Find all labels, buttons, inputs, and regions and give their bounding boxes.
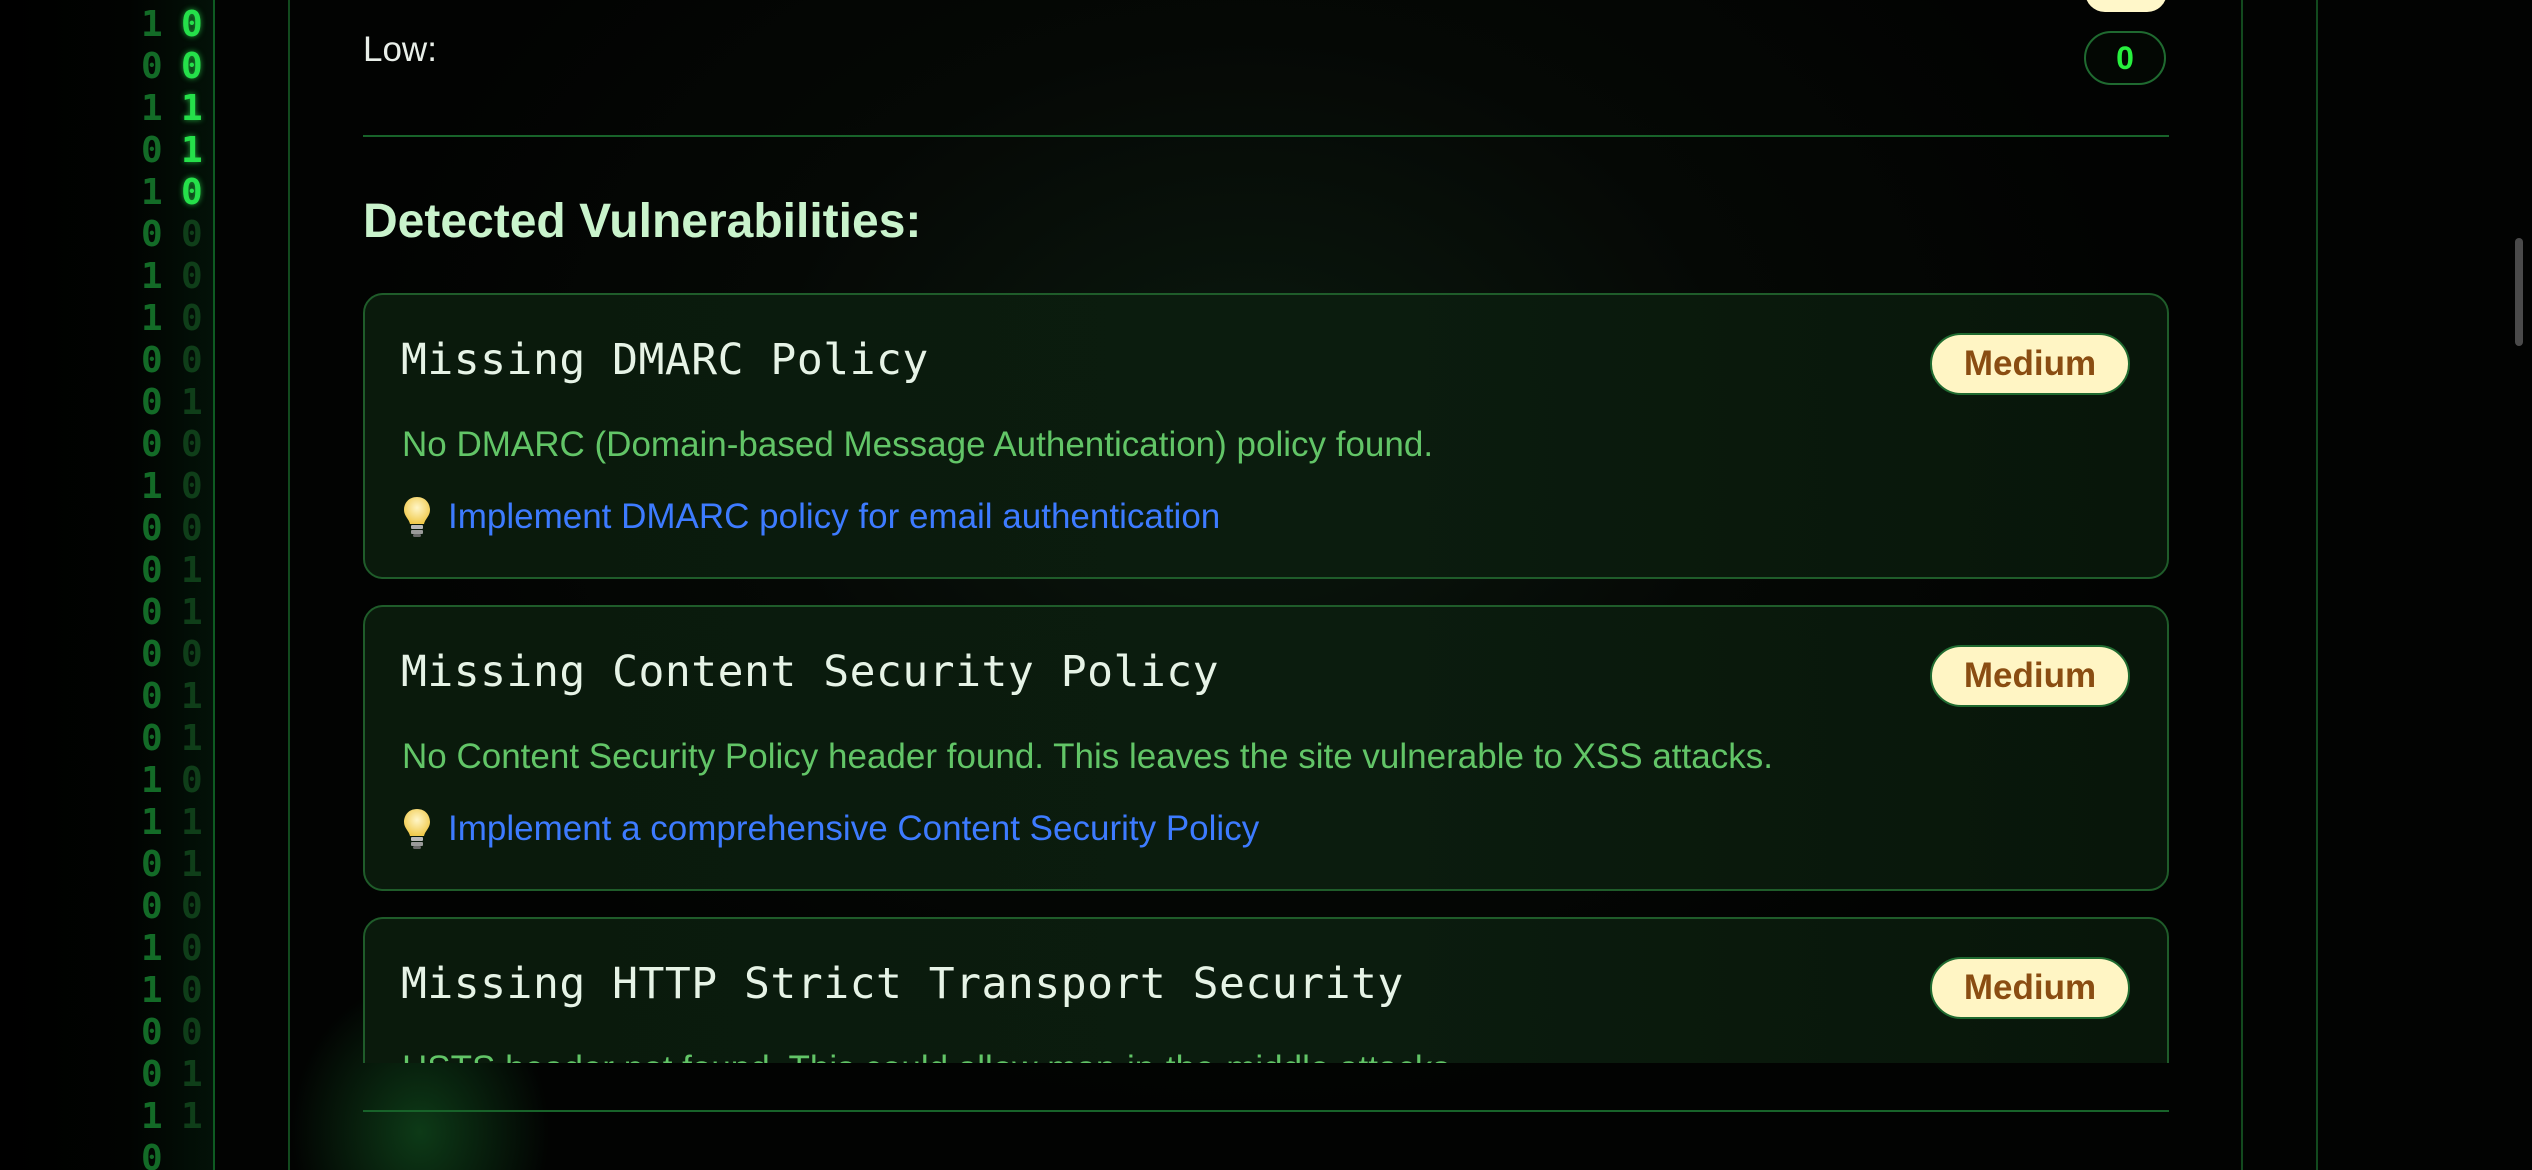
outer-border-right [2316,0,2318,1170]
vulnerability-list[interactable]: Missing DMARC Policy Medium No DMARC (Do… [363,293,2171,1063]
vulnerability-description: No Content Security Policy header found.… [402,737,1773,776]
vulnerability-description: No DMARC (Domain-based Message Authentic… [402,425,1434,464]
lightbulb-icon [404,497,430,537]
vulnerability-card: Missing Content Security Policy Medium N… [363,605,2169,891]
vulnerability-recommendation: Implement DMARC policy for email authent… [402,495,1220,539]
vulnerability-title: Missing HTTP Strict Transport Security [401,959,1404,1009]
vulnerability-card: Missing HTTP Strict Transport Security M… [363,917,2169,1063]
page: 1 0 1 0 1 0 1 1 0 0 0 1 0 0 0 0 0 0 1 1 … [0,0,2532,1170]
severity-badge: Medium [1930,645,2130,707]
vulnerability-description: HSTS header not found. This could allow … [402,1049,1460,1063]
matrix-rain-head: 0 0 1 1 0 [181,4,203,213]
section-divider [363,135,2169,137]
section-divider [363,1110,2169,1112]
vulnerability-recommendation: Implement a comprehensive Content Securi… [402,807,1259,851]
section-title: Detected Vulnerabilities: [363,195,922,248]
severity-count-low: 0 [2084,31,2166,85]
panel-border-right [2241,0,2243,1170]
severity-label-low: Low: [363,30,437,69]
vulnerability-title: Missing Content Security Policy [401,647,1220,697]
matrix-rain-background: 1 0 1 0 1 0 1 1 0 0 0 1 0 0 0 0 0 0 1 1 … [0,0,215,1170]
recommendation-link[interactable]: Implement DMARC policy for email authent… [448,497,1220,537]
severity-badge: Medium [1930,333,2130,395]
recommendation-link[interactable]: Implement a comprehensive Content Securi… [448,809,1259,849]
matrix-rain-column: 1 0 1 0 1 0 1 1 0 0 0 1 0 0 0 0 0 0 1 1 … [141,4,163,1170]
matrix-rain-column-highlight: 0 0 1 1 0 0 0 0 0 1 0 0 0 1 1 0 1 1 0 1 … [181,4,203,1138]
vulnerability-title: Missing DMARC Policy [401,335,929,385]
severity-summary-row-low: Low: 0 [363,28,2169,88]
matrix-rain-border [213,0,215,1170]
severity-count-badge-partial [2085,0,2167,12]
severity-badge: Medium [1930,957,2130,1019]
scrollbar-thumb[interactable] [2515,238,2523,346]
matrix-rain-tail: 0 0 0 0 1 0 0 0 1 1 0 1 1 0 1 1 0 0 0 0 … [181,214,203,1137]
lightbulb-icon [404,809,430,849]
vulnerability-card: Missing DMARC Policy Medium No DMARC (Do… [363,293,2169,579]
